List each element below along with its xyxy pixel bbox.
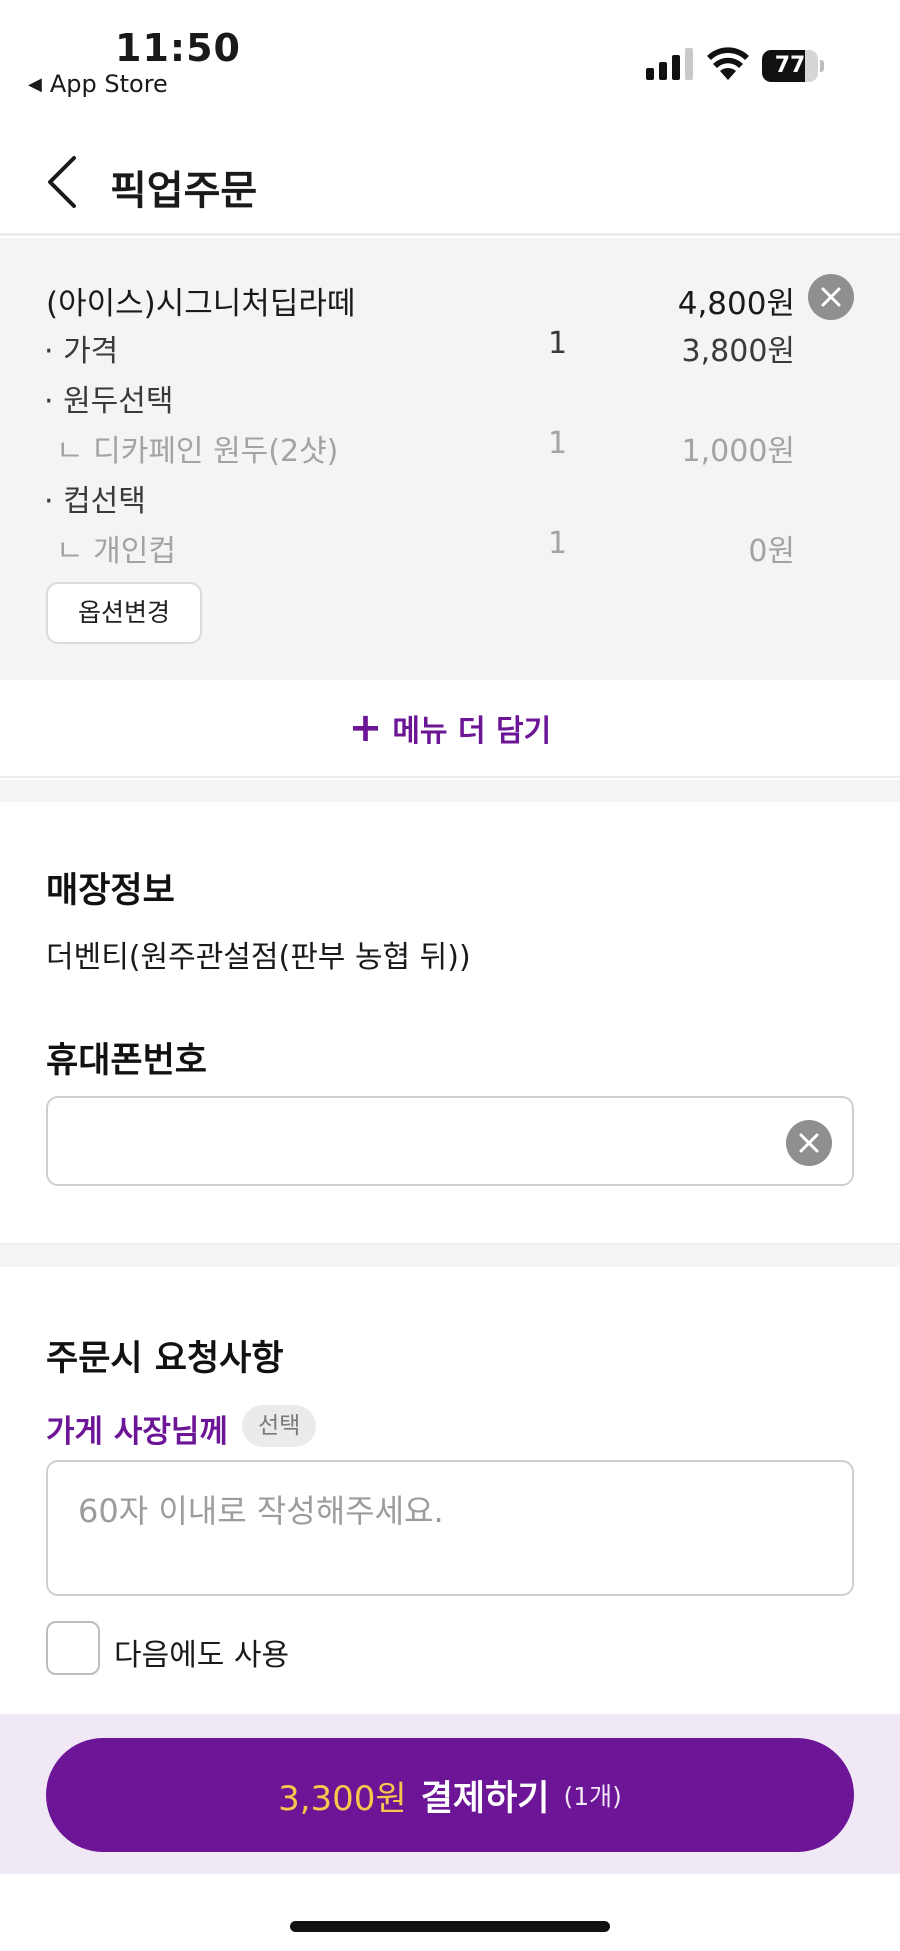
option-label: ㄴ 개인컵 [56, 534, 176, 569]
page-header: 픽업주문 [0, 130, 900, 236]
option-price: 1,000원 [681, 434, 795, 469]
owner-request-label: 가게 사장님께 [46, 1414, 228, 1450]
reuse-request-checkbox[interactable] [46, 1621, 100, 1675]
item-total-price: 4,800원 [677, 286, 795, 322]
option-row-personal-cup: ㄴ 개인컵 1 0원 [0, 526, 900, 569]
request-field [46, 1460, 854, 1596]
phone-title: 휴대폰번호 [46, 1041, 208, 1081]
add-more-label: 메뉴 더 담기 [392, 714, 552, 749]
battery-icon: 77 [762, 50, 824, 82]
reuse-request-label[interactable]: 다음에도 사용 [114, 1630, 289, 1674]
close-icon [821, 287, 841, 307]
option-row-bean: · 원두선택 [0, 376, 900, 419]
option-qty: 1 [548, 526, 568, 561]
option-row-decaf: ㄴ 디카페인 원두(2샷) 1 1,000원 [0, 426, 900, 469]
clear-phone-button[interactable] [786, 1120, 832, 1166]
pay-button[interactable]: 3,300원 결제하기 (1개) [46, 1738, 854, 1852]
payment-bar: 3,300원 결제하기 (1개) [0, 1714, 900, 1874]
optional-badge: 선택 [242, 1405, 317, 1447]
store-info-title: 매장정보 [46, 871, 175, 911]
option-label: ㄴ 디카페인 원두(2샷) [56, 434, 339, 469]
back-app-label: App Store [49, 70, 168, 98]
store-name: 더벤티(원주관설점(판부 농협 뒤)) [46, 940, 471, 975]
battery-level: 77 [774, 53, 806, 78]
status-bar: 11:50 ◀ App Store 77 [0, 0, 900, 110]
option-price: 0원 [748, 534, 795, 569]
option-row-price: · 가격 1 3,800원 [0, 326, 900, 369]
add-more-menu-button[interactable]: + 메뉴 더 담기 [0, 680, 900, 778]
home-indicator [290, 1921, 610, 1932]
option-qty: 1 [548, 426, 568, 461]
option-qty: 1 [548, 326, 568, 361]
pay-label: 결제하기 [420, 1778, 550, 1819]
phone-field [46, 1096, 854, 1186]
cart-item: (아이스)시그니처딥라떼 4,800원 · 가격 1 3,800원 · 원두선택… [0, 238, 900, 680]
option-price: 3,800원 [681, 334, 795, 369]
phone-input[interactable] [72, 1116, 772, 1168]
option-label: · 가격 [44, 334, 119, 369]
back-triangle-icon: ◀ [28, 73, 42, 95]
item-name: (아이스)시그니처딥라떼 [46, 286, 356, 322]
option-row-cup: · 컵선택 [0, 476, 900, 519]
request-input[interactable] [78, 1486, 818, 1576]
option-label: · 컵선택 [44, 484, 146, 519]
section-divider [0, 780, 900, 802]
cellular-signal-icon [646, 48, 693, 80]
option-change-button[interactable]: 옵션변경 [46, 582, 202, 644]
page-title: 픽업주문 [110, 168, 258, 214]
plus-icon: + [348, 705, 383, 751]
status-time: 11:50 [115, 26, 241, 70]
section-divider [0, 1243, 900, 1267]
wifi-icon [707, 47, 749, 80]
remove-item-button[interactable] [808, 274, 854, 320]
pay-item-count: (1개) [563, 1782, 622, 1811]
request-title: 주문시 요청사항 [46, 1339, 284, 1379]
option-label: · 원두선택 [44, 384, 174, 419]
close-icon [799, 1133, 819, 1153]
back-to-app-link[interactable]: ◀ App Store [28, 70, 168, 98]
back-arrow-icon[interactable] [40, 152, 84, 212]
pay-total-price: 3,300원 [278, 1778, 407, 1819]
